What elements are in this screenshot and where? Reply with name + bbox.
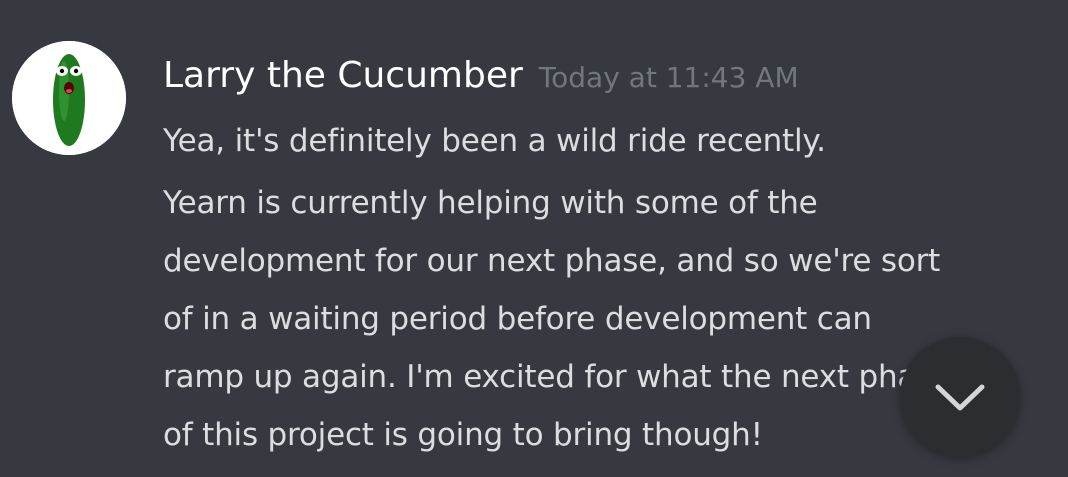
message-text-line: of in a waiting period before developmen…: [163, 301, 872, 337]
username[interactable]: Larry the Cucumber: [163, 55, 523, 96]
timestamp: Today at 11:43 AM: [538, 61, 799, 94]
message-text-line: Yearn is currently helping with some of …: [163, 185, 818, 221]
message-text-line: ramp up again. I'm excited for what the …: [163, 359, 952, 395]
message-header: Larry the Cucumber Today at 11:43 AM: [163, 50, 799, 108]
chevron-down-icon: [935, 384, 985, 411]
avatar[interactable]: [12, 41, 126, 155]
scroll-to-bottom-button[interactable]: [900, 337, 1020, 457]
message-text-line: development for our next phase, and so w…: [163, 243, 941, 279]
message-text-line: of this project is going to bring though…: [163, 417, 763, 453]
message-text-line: Yea, it's definitely been a wild ride re…: [163, 123, 826, 159]
cucumber-character-icon: [12, 41, 126, 155]
